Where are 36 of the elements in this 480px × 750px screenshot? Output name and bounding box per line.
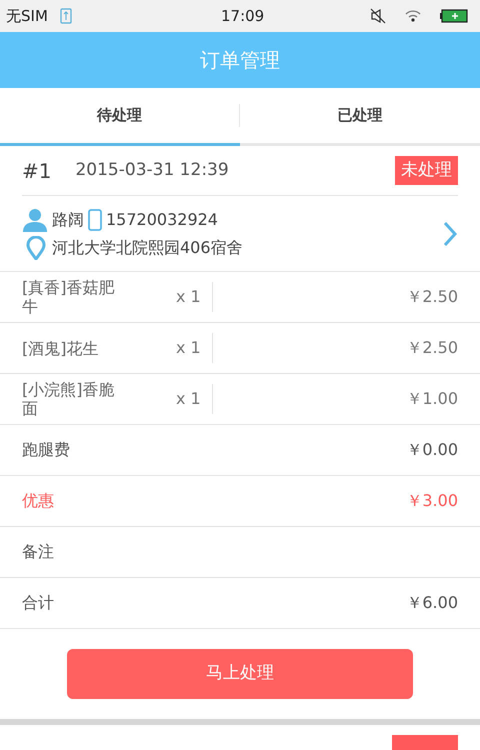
phone-number: 15720032924: [106, 208, 218, 230]
item-quantity: x 1: [176, 337, 202, 359]
status-badge: 未处理: [395, 156, 458, 186]
summary-value: ￥0.00: [406, 439, 458, 461]
mute-icon: [370, 8, 386, 24]
item-name: [酒鬼]花生: [22, 338, 100, 358]
usb-icon: [60, 8, 72, 24]
item-price: ￥1.00: [406, 388, 458, 410]
summary-label: 跑腿费: [22, 439, 70, 461]
item-name: [小浣熊]香脆面: [22, 380, 116, 418]
tab[interactable]: 待处理: [0, 88, 240, 146]
chevron-right-icon: [442, 220, 458, 246]
item-price: ￥2.50: [406, 286, 458, 308]
order-time: 2015-03-31 12:39: [75, 158, 229, 182]
tab[interactable]: 已处理: [240, 88, 480, 146]
item-name: [真香]香菇肥牛: [22, 278, 116, 316]
carrier-text: 无SIM: [6, 6, 48, 27]
customer-panel[interactable]: 路阔 15720032924 河北大学北院熙园406宿舍: [22, 196, 458, 271]
summary-value: ￥3.00: [406, 490, 458, 512]
summary-label: 备注: [22, 541, 54, 563]
wifi-icon: [404, 9, 422, 23]
person-icon: [22, 208, 48, 232]
page-title: 订单管理: [200, 47, 280, 74]
customer-name: 路阔: [52, 208, 84, 230]
clock-text: 17:09: [221, 6, 264, 27]
summary-value: ￥6.00: [406, 592, 458, 614]
address-text: 河北大学北院熙园406宿舍: [52, 236, 243, 258]
item-quantity: x 1: [176, 388, 202, 410]
order-number: #1: [22, 158, 52, 184]
summary-label: 优惠: [22, 490, 54, 512]
item-price: ￥2.50: [406, 337, 458, 359]
location-pin-icon: [26, 236, 46, 260]
summary-label: 合计: [22, 592, 54, 614]
battery-icon: [440, 9, 468, 23]
item-quantity: x 1: [176, 286, 202, 308]
phone-icon: [88, 208, 102, 230]
